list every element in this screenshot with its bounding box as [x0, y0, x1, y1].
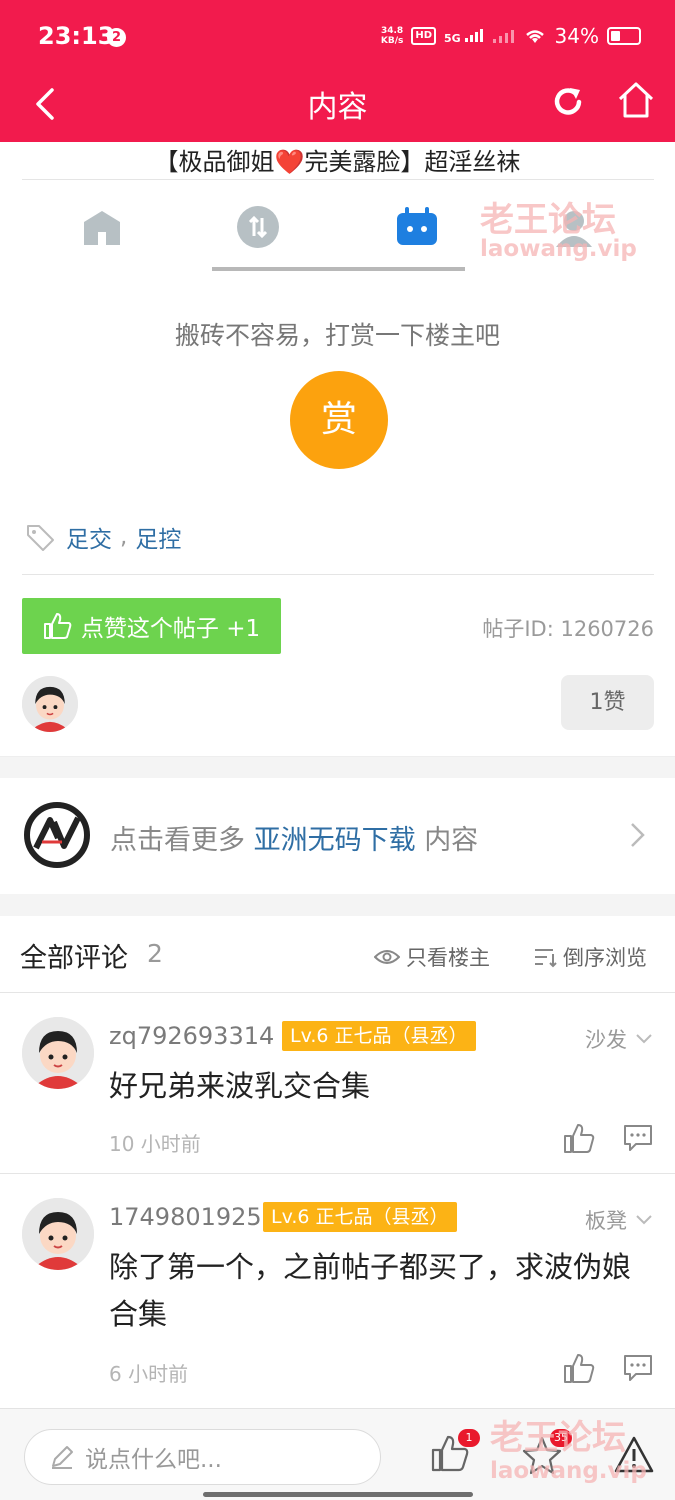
post-id: 帖子ID: 1260726 [482, 617, 654, 641]
notification-badge: 2 [107, 28, 126, 47]
watermark-brand: 老王论坛 [490, 1418, 626, 1458]
floor-text: 板凳 [585, 1209, 627, 1233]
promo-text: 点击看更多 亚洲无码下载 内容 [110, 818, 478, 857]
level-badge: Lv.6 正七品（县丞） [263, 1202, 457, 1232]
battery-percent: 34% [554, 24, 599, 48]
watermark-brand: 老王论坛 [480, 200, 616, 240]
wifi-icon [525, 30, 544, 43]
likes-count[interactable]: 1赞 [561, 675, 654, 730]
only-op-label: 只看楼主 [406, 946, 490, 970]
comment-time: 10 小时前 [109, 1132, 201, 1156]
net-speed-value: 34.8 [380, 26, 404, 36]
floor-text: 沙发 [585, 1028, 627, 1052]
watermark-domain: laowang.vip [480, 236, 637, 262]
tag-item[interactable]: 足交 [66, 520, 112, 554]
net-speed-unit: KB/s [380, 36, 404, 46]
status-right: 34.8 KB/s HD 5G 34% [381, 24, 641, 48]
av-logo-icon [24, 802, 90, 868]
comment-body: 好兄弟来波乳交合集 [109, 1069, 371, 1103]
divider [22, 574, 654, 575]
hd-icon: HD [411, 27, 437, 45]
avatar[interactable] [22, 1017, 94, 1089]
net-speed: 34.8 KB/s [381, 26, 403, 46]
status-bar: 23:13 2 34.8 KB/s HD 5G 34% [0, 0, 675, 78]
comments-label: 全部评论 [20, 943, 128, 974]
thumbs-up-icon[interactable] [563, 1352, 595, 1384]
avatar[interactable] [22, 1198, 94, 1270]
signal-icon: 5G [444, 28, 485, 45]
battery-icon [607, 27, 641, 45]
comment-time: 6 小时前 [109, 1362, 189, 1386]
promo-suffix: 内容 [424, 825, 479, 856]
reverse-order-label: 倒序浏览 [563, 946, 647, 970]
promo-prefix: 点击看更多 [110, 825, 245, 856]
like-post-label: 点赞这个帖子 +1 [80, 616, 261, 642]
avatar-face-icon [22, 676, 78, 732]
tab-sort-icon[interactable] [236, 205, 280, 249]
thumbs-up-icon[interactable] [563, 1122, 595, 1154]
reply-icon[interactable] [622, 1122, 654, 1154]
active-tab-indicator [212, 267, 465, 271]
like-badge: 1 [458, 1429, 480, 1447]
pencil-icon [52, 1446, 73, 1469]
sort-icon [535, 949, 557, 968]
divider [22, 179, 654, 180]
section-gap [0, 894, 675, 916]
comments-header: 全部评论 2 只看楼主 倒序浏览 [0, 916, 675, 992]
eye-icon [374, 950, 400, 964]
only-op-button[interactable]: 只看楼主 [374, 942, 490, 972]
floor-label[interactable]: 板凳 [585, 1205, 653, 1235]
nav-bar: 内容 [0, 78, 675, 142]
chevron-down-icon [636, 1215, 652, 1225]
network-label: 5G [444, 31, 461, 45]
comment-username[interactable]: zq792693314 [109, 1022, 274, 1050]
avatar[interactable] [22, 676, 78, 732]
chevron-right-icon [631, 823, 645, 847]
reward-prompt: 搬砖不容易，打赏一下楼主吧 [174, 321, 500, 350]
watermark-domain: laowang.vip [490, 1458, 647, 1484]
tag-list: 足交 , 足控 [24, 519, 181, 555]
reply-icon[interactable] [622, 1352, 654, 1384]
section-gap [0, 756, 675, 778]
tag-item[interactable]: 足控 [135, 520, 181, 554]
comments-count: 2 [147, 939, 163, 968]
tab-home-icon[interactable] [80, 205, 124, 249]
comment-input-placeholder: 说点什么吧... [85, 1447, 222, 1473]
comment-item: zq792693314 Lv.6 正七品（县丞） 沙发 好兄弟来波乳交合集 10… [0, 993, 675, 1173]
home-indicator [203, 1492, 473, 1497]
battery-fill [611, 31, 620, 41]
comment-username[interactable]: 1749801925 [109, 1203, 262, 1231]
promo-banner[interactable]: 点击看更多 亚洲无码下载 内容 [0, 778, 675, 894]
comment-body: 除了第一个，之前帖子都买了，求波伪娘合集 [109, 1250, 632, 1331]
home-icon[interactable] [615, 78, 657, 122]
avatar-face-icon [22, 1198, 94, 1270]
level-badge: Lv.6 正七品（县丞） [282, 1021, 476, 1051]
thumbs-up-icon [43, 613, 72, 639]
avatar-face-icon [22, 1017, 94, 1089]
refresh-icon[interactable] [548, 80, 588, 124]
comment-item: 1749801925 Lv.6 正七品（县丞） 板凳 除了第一个，之前帖子都买了… [0, 1174, 675, 1406]
status-time: 23:13 [38, 22, 115, 50]
tab-content-icon[interactable] [395, 205, 439, 249]
floor-label[interactable]: 沙发 [585, 1024, 653, 1054]
tag-icon [27, 525, 54, 551]
signal-empty-icon [492, 30, 514, 43]
chevron-down-icon [636, 1034, 652, 1044]
like-post-button[interactable]: 点赞这个帖子 +1 [22, 598, 281, 654]
promo-highlight[interactable]: 亚洲无码下载 [254, 825, 416, 856]
reward-button[interactable]: 赏 [290, 371, 388, 469]
tag-separator: , [120, 524, 128, 550]
reverse-order-button[interactable]: 倒序浏览 [533, 942, 647, 972]
comment-input[interactable]: 说点什么吧... [24, 1429, 381, 1485]
post-title: 【极品御姐❤️完美露脸】超淫丝袜 [154, 148, 521, 176]
